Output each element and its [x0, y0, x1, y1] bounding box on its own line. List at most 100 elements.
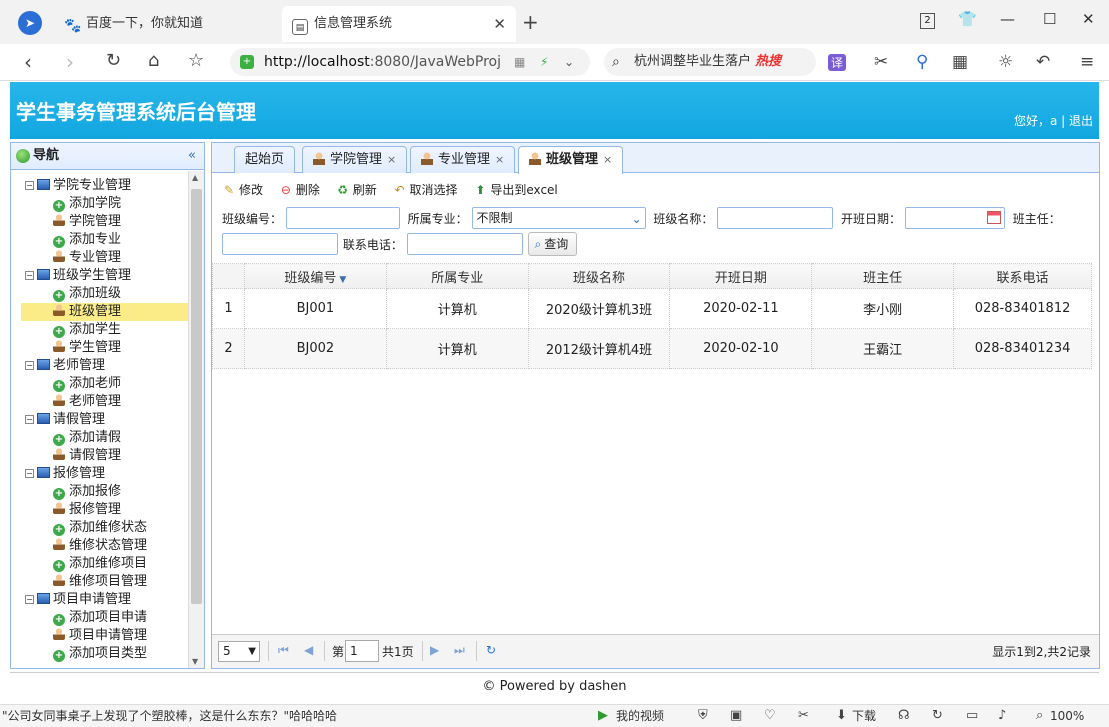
collapse-toggle-icon[interactable]: − — [25, 415, 34, 424]
magnifier-icon[interactable]: ⚲ — [916, 52, 928, 72]
minimize-button[interactable]: — — [1000, 10, 1015, 28]
calendar-icon[interactable] — [986, 211, 1001, 224]
volume-icon[interactable]: ♪ — [998, 705, 1006, 727]
apps-grid-icon[interactable]: ▦ — [952, 52, 968, 72]
nav-group[interactable]: − 老师管理 — [11, 357, 189, 375]
chevron-down-icon[interactable]: ⌄ — [564, 48, 574, 76]
nav-group[interactable]: − 请假管理 — [11, 411, 189, 429]
nav-item[interactable]: + 添加维修状态 — [11, 519, 189, 537]
nav-group[interactable]: − 班级学生管理 — [11, 267, 189, 285]
table-row[interactable]: 2 BJ002 计算机 2012级计算机4班 2020-02-10 王霸江 02… — [212, 328, 1092, 369]
column-header[interactable]: 联系电话 — [953, 263, 1092, 289]
reload-icon[interactable]: ↻ — [486, 643, 496, 657]
browser-logo-icon[interactable]: ➤ — [18, 11, 42, 35]
tab-class[interactable]: 班级管理 × — [518, 146, 624, 174]
forward-icon[interactable]: › — [66, 50, 74, 74]
scroll-thumb[interactable] — [191, 189, 202, 604]
nav-item[interactable]: 报修管理 — [11, 501, 189, 519]
first-page-icon[interactable]: ⏮ — [278, 643, 289, 658]
nav-item[interactable]: + 添加学生 — [11, 321, 189, 339]
window-close-button[interactable]: ✕ — [1082, 10, 1095, 28]
last-page-icon[interactable]: ⏭ — [454, 643, 465, 658]
shield-icon[interactable]: ⛨ — [698, 705, 708, 727]
maximize-button[interactable]: ☐ — [1043, 10, 1056, 28]
close-icon[interactable]: × — [387, 153, 396, 166]
nav-item[interactable]: + 添加项目类型 — [11, 645, 189, 663]
nav-item[interactable]: + 添加报修 — [11, 483, 189, 501]
column-header[interactable]: 班主任 — [811, 263, 955, 289]
scissors-icon[interactable]: ✂ — [798, 705, 809, 727]
nav-item[interactable]: 学生管理 — [11, 339, 189, 357]
column-header[interactable]: 开班日期 — [669, 263, 813, 289]
menu-icon[interactable]: ≡ — [1080, 52, 1094, 72]
teacher-input[interactable] — [222, 233, 338, 255]
lightning-icon[interactable]: ⚡ — [540, 48, 548, 76]
close-tab-icon[interactable]: ✕ — [493, 6, 506, 42]
nav-item[interactable]: + 添加维修项目 — [11, 555, 189, 573]
nav-item[interactable]: + 添加学院 — [11, 195, 189, 213]
collapse-icon[interactable]: « — [188, 143, 196, 169]
translate-icon[interactable]: 译 — [828, 54, 847, 71]
table-row[interactable]: 1 BJ001 计算机 2020级计算机3班 2020-02-11 李小刚 02… — [212, 288, 1092, 329]
headset-icon[interactable]: ☊ — [898, 705, 910, 727]
home-icon[interactable]: ⌂ — [148, 50, 159, 71]
undo-icon[interactable]: ↶ — [1036, 52, 1050, 72]
nav-item[interactable]: 维修项目管理 — [11, 573, 189, 591]
export-excel-button[interactable]: ⬆ 导出到excel — [473, 179, 557, 201]
scroll-down-icon[interactable]: ▼ — [192, 657, 198, 666]
nav-item[interactable]: + 添加专业 — [11, 231, 189, 249]
grid-icon[interactable]: ▦ — [514, 48, 525, 76]
nav-item[interactable]: 老师管理 — [11, 393, 189, 411]
nav-item[interactable]: + 添加项目申请 — [11, 609, 189, 627]
cancel-selection-button[interactable]: ↶ 取消选择 — [393, 179, 458, 201]
collapse-toggle-icon[interactable]: − — [25, 595, 34, 604]
page-number-input[interactable]: 1 — [345, 640, 379, 662]
url-input[interactable]: + http://localhost:8080/JavaWebProj ▦ ⚡ … — [230, 48, 590, 76]
major-select[interactable]: 不限制 ⌄ — [471, 207, 646, 229]
search-input[interactable]: ⌕ 杭州调整毕业生落户 热搜 — [604, 48, 816, 76]
news-ticker[interactable]: "公司女同事桌子上发现了个塑胶棒，这是什么东东？"哈哈哈哈 — [2, 705, 337, 727]
window-icon[interactable]: ▭ — [966, 705, 978, 727]
brightness-icon[interactable]: ☼ — [998, 52, 1013, 72]
browser-tab-active[interactable]: ▤ 信息管理系统 ✕ — [282, 6, 516, 42]
new-tab-button[interactable]: + — [522, 10, 539, 34]
next-page-icon[interactable]: ▶ — [430, 643, 439, 657]
download-icon[interactable]: ⬇ — [836, 705, 847, 727]
play-icon[interactable]: ▶ — [598, 705, 608, 727]
scroll-up-icon[interactable]: ▲ — [192, 173, 198, 182]
tab-home[interactable]: 起始页 — [234, 146, 296, 173]
image-icon[interactable]: ▣ — [730, 705, 742, 727]
column-header[interactable]: 班级编号 ▼ — [243, 263, 387, 289]
nav-item[interactable]: 维修状态管理 — [11, 537, 189, 555]
nav-item[interactable]: + 添加请假 — [11, 429, 189, 447]
start-date-input[interactable] — [904, 207, 1005, 229]
collapse-toggle-icon[interactable]: − — [25, 469, 34, 478]
edit-button[interactable]: ✎ 修改 — [222, 179, 263, 201]
nav-group[interactable]: − 报修管理 — [11, 465, 189, 483]
tab-count-badge[interactable]: 2 — [920, 13, 935, 29]
nav-scrollbar[interactable]: ▲ ▼ — [188, 171, 204, 668]
nav-group[interactable]: − 项目申请管理 — [11, 591, 189, 609]
close-icon[interactable]: × — [603, 153, 612, 166]
class-name-input[interactable] — [717, 207, 834, 229]
star-icon[interactable]: ☆ — [188, 50, 204, 71]
back-icon[interactable]: ‹ — [24, 50, 32, 74]
nav-item[interactable]: 班级管理 — [21, 303, 189, 321]
close-icon[interactable]: × — [495, 153, 504, 166]
shirt-skin-icon[interactable]: 👕 — [958, 10, 977, 28]
zoom-level[interactable]: 100% — [1050, 705, 1084, 727]
scissors-icon[interactable]: ✂ — [874, 52, 888, 72]
nav-group[interactable]: − 学院专业管理 — [11, 177, 189, 195]
refresh-icon[interactable]: ↻ — [932, 705, 943, 727]
nav-item[interactable]: 请假管理 — [11, 447, 189, 465]
phone-input[interactable] — [406, 233, 523, 255]
prev-page-icon[interactable]: ◀ — [304, 643, 313, 657]
tab-major[interactable]: 专业管理 × — [410, 146, 516, 173]
refresh-button[interactable]: ♻ 刷新 — [336, 179, 376, 201]
class-no-input[interactable] — [285, 207, 400, 229]
nav-item[interactable]: 专业管理 — [11, 249, 189, 267]
reload-icon[interactable]: ↻ — [106, 50, 121, 71]
browser-tab-baidu[interactable]: 🐾 百度一下，你就知道 — [58, 6, 278, 42]
column-header[interactable]: 所属专业 — [385, 263, 529, 289]
collapse-toggle-icon[interactable]: − — [25, 181, 34, 190]
